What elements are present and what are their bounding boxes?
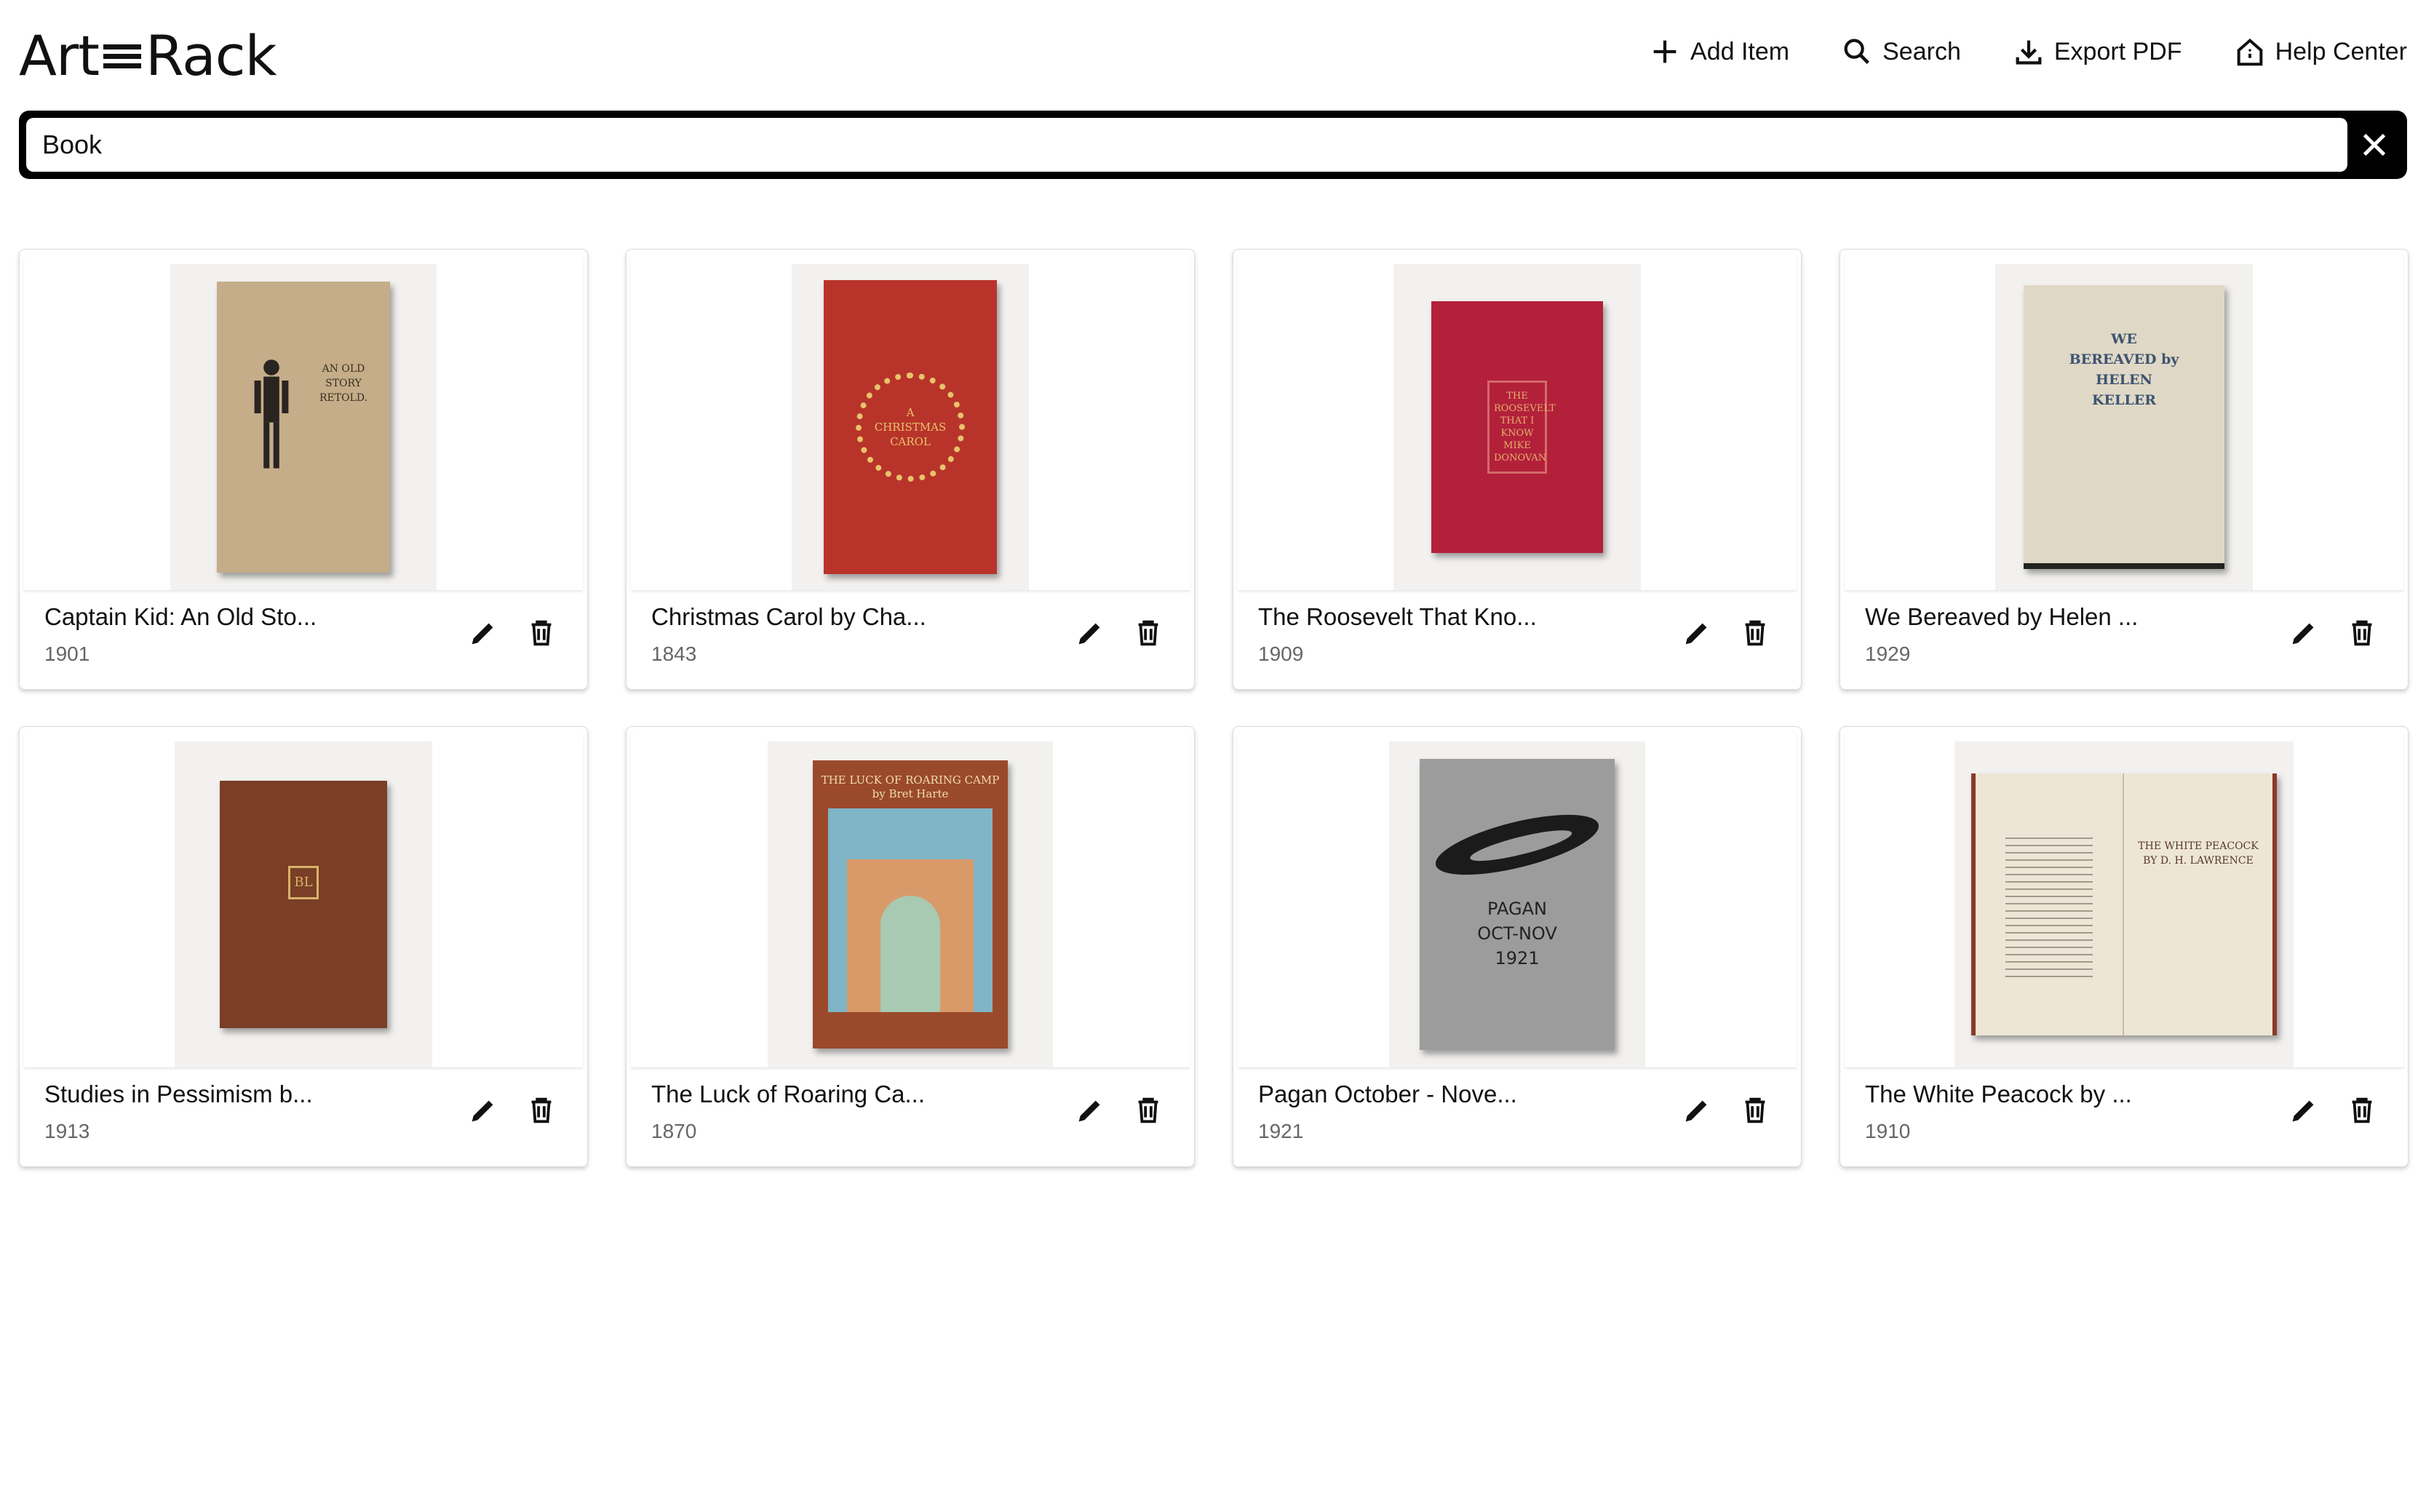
- search-field-wrapper: [26, 118, 2347, 172]
- item-year: 1913: [44, 1120, 90, 1142]
- trash-icon[interactable]: [525, 616, 558, 650]
- item-thumbnail: THE WHITE PEACOCK BY D. H. LAWRENCE: [1845, 731, 2403, 1067]
- cover-text: BL: [294, 875, 313, 890]
- pencil-icon[interactable]: [466, 616, 500, 650]
- help-center-label: Help Center: [2275, 37, 2407, 65]
- add-item-label: Add Item: [1690, 37, 1790, 65]
- item-card[interactable]: THE ROOSEVELT THAT I KNOW MIKE DONOVAN T…: [1233, 249, 1802, 690]
- item-thumbnail: PAGAN OCT-NOV 1921: [1238, 731, 1797, 1067]
- trash-icon[interactable]: [1132, 1094, 1165, 1127]
- item-title: Studies in Pessimism b...: [44, 1081, 313, 1107]
- item-year: 1870: [651, 1120, 697, 1142]
- book-cover-image: BL: [220, 781, 387, 1028]
- pirate-illustration: [254, 359, 289, 469]
- cover-text: WE BEREAVED by HELEN KELLER: [2069, 331, 2179, 408]
- book-cover-image: THE WHITE PEACOCK BY D. H. LAWRENCE: [1971, 773, 2277, 1035]
- item-year: 1901: [44, 642, 90, 665]
- app-header: Art Rack Add Item Search Export PDF Help…: [19, 20, 2407, 93]
- item-card[interactable]: PAGAN OCT-NOV 1921 Pagan October - Nove.…: [1233, 726, 1802, 1167]
- search-bar: [19, 111, 2407, 179]
- export-pdf-button[interactable]: Export PDF: [2012, 35, 2182, 68]
- logo-text-left: Art: [19, 23, 100, 88]
- cover-text: THE ROOSEVELT THAT I KNOW MIKE DONOVAN: [1494, 391, 1556, 463]
- item-grid: AN OLD STORY RETOLD. Captain Kid: An Old…: [19, 249, 2409, 1167]
- plus-icon: [1653, 40, 1677, 63]
- pencil-icon[interactable]: [466, 1094, 500, 1127]
- pencil-icon[interactable]: [2287, 616, 2320, 650]
- item-title: Pagan October - Nove...: [1258, 1081, 1517, 1107]
- item-thumbnail: AN OLD STORY RETOLD.: [24, 254, 583, 590]
- item-year: 1929: [1865, 642, 1911, 665]
- trash-icon[interactable]: [2345, 616, 2379, 650]
- item-card[interactable]: THE LUCK OF ROARING CAMP by Bret Harte T…: [626, 726, 1195, 1167]
- app-logo[interactable]: Art Rack: [19, 23, 277, 88]
- pencil-icon[interactable]: [1073, 616, 1107, 650]
- book-cover-image: WE BEREAVED by HELEN KELLER: [2024, 285, 2224, 569]
- trash-icon[interactable]: [1132, 616, 1165, 650]
- menu-lines-icon: [103, 40, 142, 72]
- pencil-icon[interactable]: [1680, 616, 1714, 650]
- item-thumbnail: WE BEREAVED by HELEN KELLER: [1845, 254, 2403, 590]
- item-title: We Bereaved by Helen ...: [1865, 603, 2139, 630]
- book-cover-image: A CHRISTMAS CAROL: [824, 280, 997, 574]
- item-thumbnail: THE ROOSEVELT THAT I KNOW MIKE DONOVAN: [1238, 254, 1797, 590]
- item-thumbnail: THE LUCK OF ROARING CAMP by Bret Harte: [631, 731, 1190, 1067]
- book-cover-image: THE ROOSEVELT THAT I KNOW MIKE DONOVAN: [1431, 301, 1603, 553]
- trash-icon[interactable]: [525, 1094, 558, 1127]
- home-icon: [2237, 38, 2262, 66]
- cover-text: PAGAN OCT-NOV 1921: [1477, 899, 1557, 968]
- search-icon: [1844, 39, 1870, 64]
- cover-text: THE LUCK OF ROARING CAMP by Bret Harte: [821, 773, 1000, 800]
- search-button[interactable]: Search: [1840, 35, 1961, 68]
- logo-text-right: Rack: [146, 23, 277, 88]
- item-thumbnail: BL: [24, 731, 583, 1067]
- item-year: 1909: [1258, 642, 1304, 665]
- search-input[interactable]: [26, 118, 2347, 172]
- pencil-icon[interactable]: [1073, 1094, 1107, 1127]
- item-title: The Luck of Roaring Ca...: [651, 1081, 926, 1107]
- item-year: 1910: [1865, 1120, 1911, 1142]
- search-label: Search: [1882, 37, 1961, 65]
- top-nav: Add Item Search Export PDF Help Center: [1648, 35, 2407, 68]
- add-item-button[interactable]: Add Item: [1648, 35, 1789, 68]
- figure-illustration: [1435, 814, 1599, 875]
- item-year: 1843: [651, 642, 697, 665]
- item-card[interactable]: THE WHITE PEACOCK BY D. H. LAWRENCE The …: [1840, 726, 2409, 1167]
- book-cover-image: PAGAN OCT-NOV 1921: [1420, 759, 1615, 1050]
- cover-text: THE WHITE PEACOCK BY D. H. LAWRENCE: [2138, 840, 2259, 867]
- cover-text: A CHRISTMAS CAROL: [874, 406, 947, 448]
- help-center-button[interactable]: Help Center: [2233, 35, 2407, 68]
- download-icon: [2016, 40, 2042, 65]
- pencil-icon[interactable]: [2287, 1094, 2320, 1127]
- trash-icon[interactable]: [1738, 616, 1772, 650]
- item-title: The White Peacock by ...: [1865, 1081, 2132, 1107]
- item-title: The Roosevelt That Kno...: [1258, 603, 1537, 630]
- item-card[interactable]: AN OLD STORY RETOLD. Captain Kid: An Old…: [19, 249, 588, 690]
- item-title: Christmas Carol by Cha...: [651, 603, 926, 630]
- item-card[interactable]: BL Studies in Pessimism b... 1913: [19, 726, 588, 1167]
- book-cover-image: THE LUCK OF ROARING CAMP by Bret Harte: [813, 760, 1008, 1049]
- item-title: Captain Kid: An Old Sto...: [44, 603, 317, 630]
- close-icon[interactable]: [2358, 128, 2391, 162]
- trash-icon[interactable]: [2345, 1094, 2379, 1127]
- pencil-icon[interactable]: [1680, 1094, 1714, 1127]
- item-thumbnail: A CHRISTMAS CAROL: [631, 254, 1190, 590]
- item-year: 1921: [1258, 1120, 1304, 1142]
- export-pdf-label: Export PDF: [2053, 37, 2182, 65]
- item-card[interactable]: A CHRISTMAS CAROL Christmas Carol by Cha…: [626, 249, 1195, 690]
- book-cover-image: AN OLD STORY RETOLD.: [217, 282, 390, 573]
- item-card[interactable]: WE BEREAVED by HELEN KELLER We Bereaved …: [1840, 249, 2409, 690]
- cover-text: AN OLD STORY RETOLD.: [319, 363, 368, 404]
- trash-icon[interactable]: [1738, 1094, 1772, 1127]
